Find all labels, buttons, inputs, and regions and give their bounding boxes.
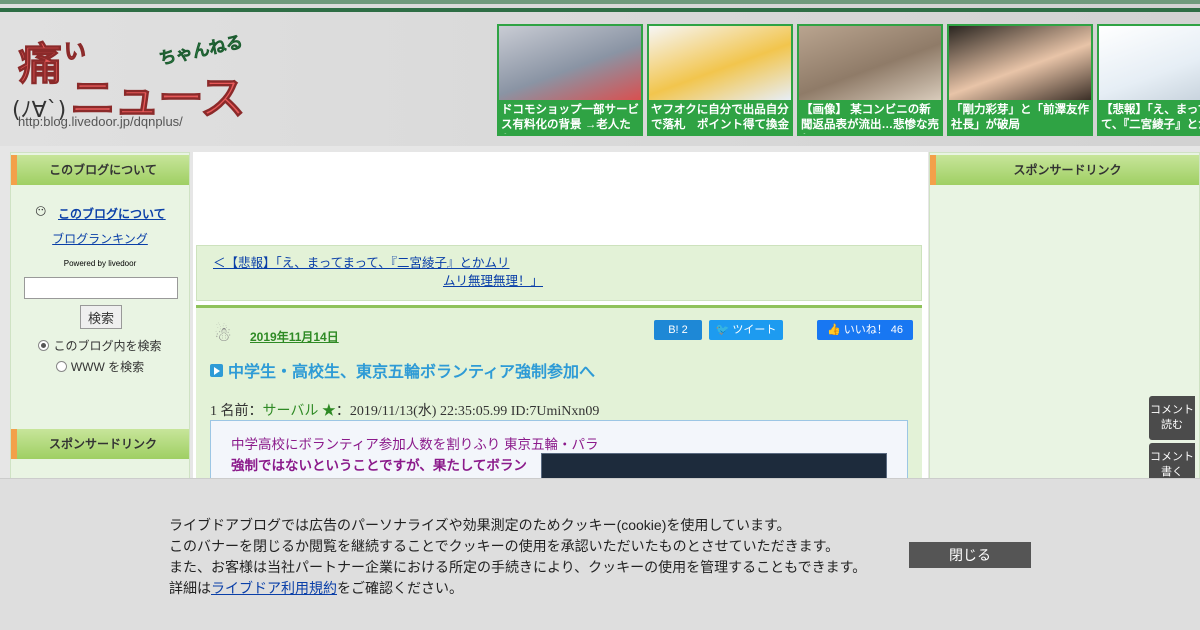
cookie-close-button[interactable]: 閉じる bbox=[909, 542, 1031, 568]
article: ☃ 2019年11月14日 B! 2 🐦 ツイート 👍 いいね！ 46 中学生・… bbox=[196, 305, 922, 495]
twitter-icon: 🐦 bbox=[715, 324, 730, 336]
radio-www-row[interactable]: WWW を検索 bbox=[11, 358, 189, 375]
quote-headline: 中学高校にボランティア参加人数を割りふり 東京五輪・パラ bbox=[231, 437, 599, 452]
response-header: 1 名前：サーバル ★：2019/11/13(水) 22:35:05.99 ID… bbox=[210, 400, 599, 420]
left-sidebar: このブログについて 😶 このブログについて ブログランキング Powered b… bbox=[10, 152, 190, 482]
tweet-button[interactable]: 🐦 ツイート bbox=[709, 320, 783, 340]
prev-article-link[interactable]: ＜【悲報】「え、まってまって、『二宮綾子』とかムリ ムリ無理無理！」 bbox=[213, 254, 543, 290]
cookie-line-4-suffix: をご確認ください。 bbox=[337, 580, 463, 596]
thumbnail-1[interactable]: ヤフオクに自分で出品自分で落札 ポイント得て換金 bbox=[647, 24, 793, 136]
thumbnail-2[interactable]: 【画像】 某コンビニの新聞返品表が流出…悲惨な売り bbox=[797, 24, 943, 136]
like-label: いいね！ 46 bbox=[843, 324, 904, 336]
prev-article-line2: ムリ無理無理！」 bbox=[442, 274, 543, 288]
thumbnail-0[interactable]: ドコモショップ一部サービス有料化の背景 →老人たち bbox=[497, 24, 643, 136]
powered-by-livedoor: Powered by livedoor bbox=[63, 259, 137, 268]
right-sponsor-header: スポンサードリンク bbox=[930, 155, 1199, 185]
ranking-link[interactable]: ブログランキング bbox=[11, 230, 189, 247]
thumbnail-image-2 bbox=[799, 26, 941, 100]
thumbnail-caption-1: ヤフオクに自分で出品自分で落札 ポイント得て換金 bbox=[651, 104, 789, 131]
header: 痛 い ニュース ちゃんねる (ﾉ∀`) http:blog.livedoor.… bbox=[0, 0, 1200, 146]
hatena-bookmark-button[interactable]: B! 2 bbox=[654, 320, 702, 340]
thumbnail-caption-4: 【悲報】「え、まってまって、『二宮綾子』とか bbox=[1101, 104, 1200, 131]
about-link[interactable]: このブログについて bbox=[58, 205, 166, 222]
thumbnail-caption-0: ドコモショップ一部サービス有料化の背景 →老人たち bbox=[501, 104, 639, 131]
prev-article-line1: ＜【悲報】「え、まってまって、『二宮綾子』とかムリ bbox=[213, 256, 510, 270]
thumbnail-4[interactable]: 【悲報】「え、まってまって、『二宮綾子』とか bbox=[1097, 24, 1200, 136]
radio-www-label: WWW を検索 bbox=[70, 360, 145, 374]
thumbnail-image-0 bbox=[499, 26, 641, 100]
cookie-line-4: 詳細はライブドア利用規約をご確認ください。 bbox=[169, 578, 866, 599]
radio-www[interactable] bbox=[55, 361, 67, 372]
headline-thumbnails: ドコモショップ一部サービス有料化の背景 →老人たち ヤフオクに自分で出品自分で落… bbox=[497, 24, 1200, 138]
logo-kanji: 痛 bbox=[18, 39, 63, 91]
site-logo[interactable]: 痛 い ニュース ちゃんねる (ﾉ∀`) http:blog.livedoor.… bbox=[8, 18, 488, 144]
cookie-line-4-prefix: 詳細は bbox=[169, 580, 211, 596]
mascot-icon: ☃ bbox=[214, 324, 232, 346]
post-date[interactable]: 2019年11月14日 bbox=[250, 328, 339, 345]
post-title-text: 中学生・高校生、東京五輪ボランティア強制参加へ bbox=[228, 364, 596, 381]
thumbs-up-icon: 👍 bbox=[826, 324, 841, 336]
radio-blog-row[interactable]: このブログ内を検索 bbox=[11, 337, 189, 354]
left-sponsor-header: スポンサードリンク bbox=[11, 429, 189, 459]
thumbnail-image-4 bbox=[1099, 26, 1200, 100]
prev-article-nav: ＜【悲報】「え、まってまって、『二宮綾子』とかムリ ムリ無理無理！」 bbox=[196, 245, 922, 301]
res-prefix: 1 名前： bbox=[210, 404, 263, 419]
cookie-banner: ライブドアブログでは広告のパーソナライズや効果測定のためクッキー(cookie)… bbox=[0, 478, 1200, 630]
res-suffix: ：2019/11/13(水) 22:35:05.99 ID:7UmiNxn09 bbox=[335, 404, 600, 419]
cookie-line-2: このバナーを閉じるか閲覧を継続することでクッキーの使用を承認いただいたものとさせ… bbox=[169, 538, 840, 554]
search-input[interactable] bbox=[24, 277, 178, 299]
thumbnail-caption-3: 「剛力彩芽」と「前澤友作社長」が破局 bbox=[951, 104, 1089, 131]
main-content: ＜【悲報】「え、まってまって、『二宮綾子』とかムリ ムリ無理無理！」 ☃ 201… bbox=[193, 152, 928, 495]
play-icon bbox=[210, 364, 223, 377]
logo-url: http:blog.livedoor.jp/dqnplus/ bbox=[18, 114, 183, 129]
radio-blog-label: このブログ内を検索 bbox=[53, 339, 162, 353]
facebook-like-button[interactable]: 👍 いいね！ 46 bbox=[817, 320, 913, 340]
terms-link[interactable]: ライブドア利用規約 bbox=[211, 580, 337, 596]
cookie-line-3: また、お客様は当社パートナー企業における所定の手続きにより、クッキーの使用を管理… bbox=[169, 559, 867, 575]
post-title[interactable]: 中学生・高校生、東京五輪ボランティア強制参加へ bbox=[210, 358, 595, 382]
radio-blog[interactable] bbox=[38, 340, 50, 351]
cookie-line-1: ライブドアブログでは広告のパーソナライズや効果測定のためクッキー(cookie)… bbox=[169, 517, 791, 533]
tweet-label: ツイート bbox=[732, 324, 777, 336]
face-icon: 😶 bbox=[35, 206, 47, 218]
read-comments-button[interactable]: コメント読む bbox=[1149, 396, 1195, 440]
cookie-text: ライブドアブログでは広告のパーソナライズや効果測定のためクッキー(cookie)… bbox=[169, 515, 866, 599]
thumbnail-3[interactable]: 「剛力彩芽」と「前澤友作社長」が破局 bbox=[947, 24, 1093, 136]
res-name: サーバル ★ bbox=[262, 404, 336, 419]
thumbnail-image-1 bbox=[649, 26, 791, 100]
search-button[interactable]: 検索 bbox=[80, 305, 122, 329]
about-header: このブログについて bbox=[11, 155, 189, 185]
thumbnail-image-3 bbox=[949, 26, 1091, 100]
thumbnail-caption-2: 【画像】 某コンビニの新聞返品表が流出…悲惨な売り bbox=[801, 104, 939, 131]
header-stripe bbox=[0, 8, 1200, 12]
